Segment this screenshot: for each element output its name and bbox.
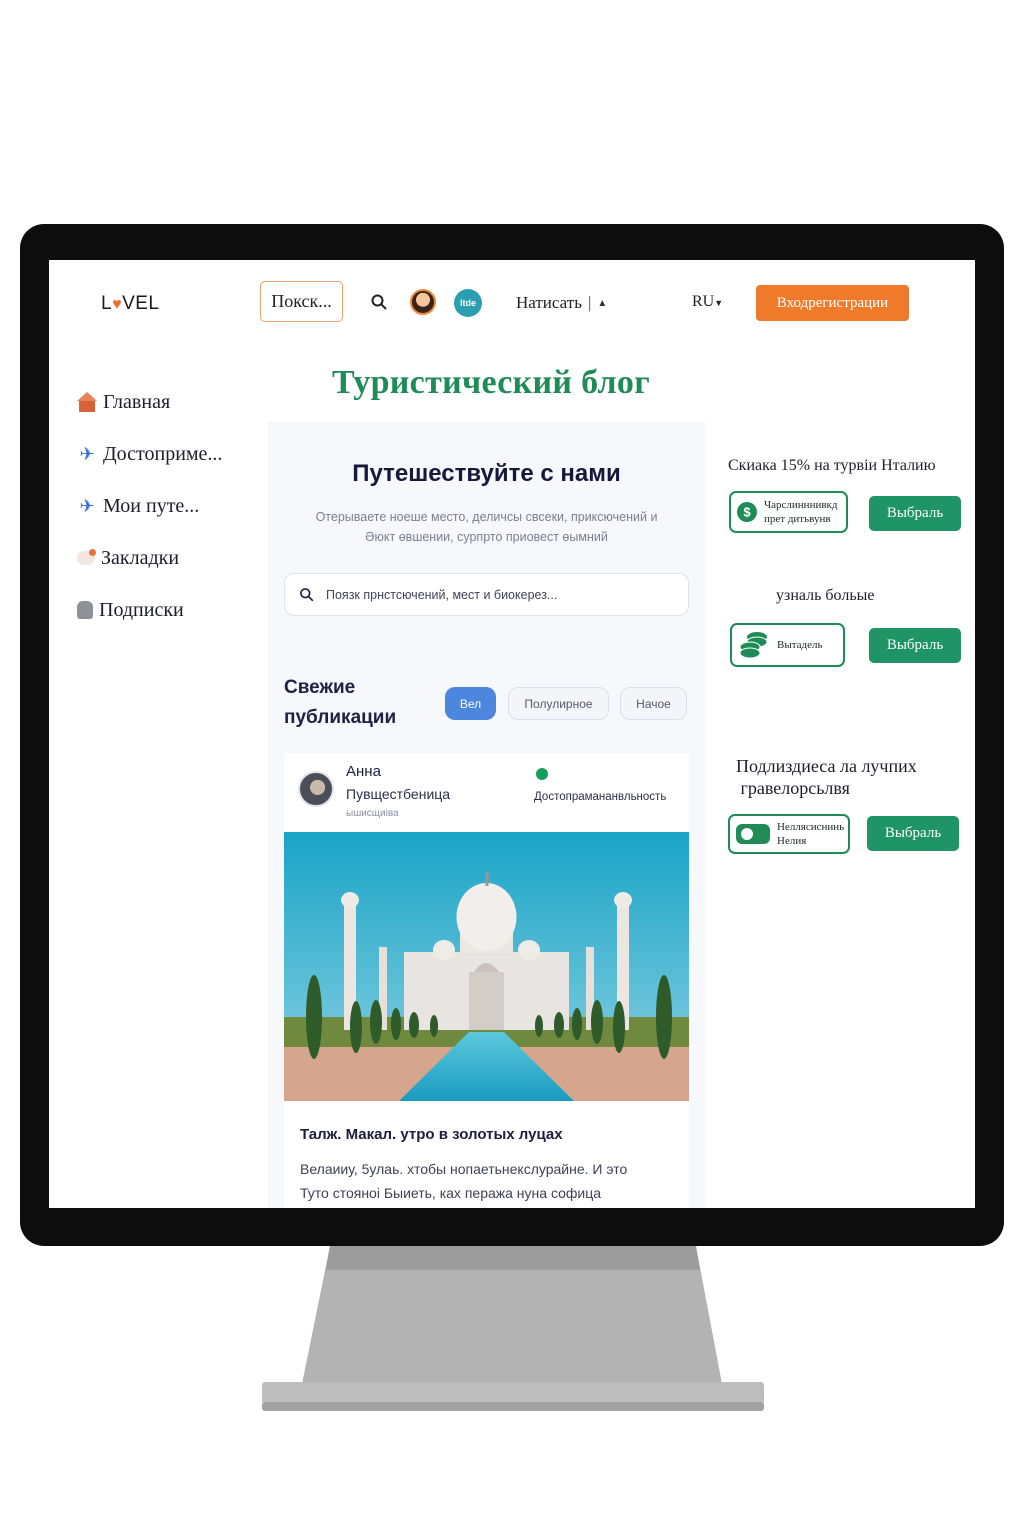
post-excerpt: Велаииу, 5улаь. хтобы нопаетьнекслурайне… <box>300 1157 680 1205</box>
author-avatar[interactable] <box>298 771 334 807</box>
promo-subscribe-text: Подлиздиеса ла лучпих гравелорсьлвя <box>736 755 917 799</box>
promo-learn-more-text: узналь больые <box>776 587 875 604</box>
sidebar-item-bookmarks[interactable]: Закладки <box>77 532 257 584</box>
promo-card-benefit[interactable]: Вытадель <box>730 623 845 667</box>
caret-up-icon: ▲ <box>597 297 608 309</box>
post-excerpt-line: Велаииу, 5улаь. хтобы нопаетьнекслурайне… <box>300 1161 628 1177</box>
logo-text: VEL <box>122 293 160 314</box>
post-small-tag: ышисщиіва <box>346 808 399 819</box>
filter-all-button[interactable]: Вел <box>445 687 496 720</box>
promo-card-line: Чарслинннивкд <box>764 499 838 511</box>
coins-icon <box>739 632 768 659</box>
taj-mahal-photo[interactable] <box>284 832 689 1101</box>
promo-text-line: гравелорсьлвя <box>740 778 850 798</box>
post-category[interactable]: Достопрамананвльность <box>534 791 666 803</box>
login-register-button[interactable]: Входрегистрации <box>756 285 909 321</box>
sidebar-item-subscriptions[interactable]: Подписки <box>77 584 257 636</box>
logo-letter: L <box>101 293 113 314</box>
search-icon[interactable] <box>370 293 388 311</box>
promo-card-line: прет дитьвунв <box>764 513 831 525</box>
promo-card-discount[interactable]: $ Чарслинннивкд прет дитьвунв <box>729 491 848 533</box>
write-menu[interactable]: Натисать | ▲ <box>516 293 607 313</box>
avatar-badge-text: ltde <box>459 298 476 308</box>
post-card[interactable]: Анна Пувщестбеница ышисщиіва Достопраман… <box>284 753 689 1208</box>
language-label: RU <box>692 293 715 310</box>
promo-text-line: Подлиздиеса ла лучпих <box>736 756 917 776</box>
chevron-down-icon: ▼ <box>714 298 724 308</box>
bookmark-icon <box>77 549 96 565</box>
home-icon <box>77 392 97 412</box>
sidebar-item-label: Закладки <box>101 546 180 569</box>
hero-description-line: Отерываете ноеше место, деличсы свсеки, … <box>315 510 658 524</box>
post-author-role: Пувщестбеница <box>346 786 451 802</box>
promo-card-line: Вытадель <box>777 639 823 651</box>
dollar-icon: $ <box>737 502 757 522</box>
sidebar-item-home[interactable]: Главная <box>77 376 257 428</box>
post-excerpt-line: Туто стояноі Быиеть, ках пеража нуна соф… <box>300 1185 602 1201</box>
top-search-label: Покск... <box>271 291 332 311</box>
airplane-icon: ✈ <box>79 495 95 516</box>
hero-title: Путешествуйте с нами <box>352 460 621 487</box>
write-separator: | <box>587 293 592 312</box>
filter-popular-button[interactable]: Полулирное <box>508 687 609 720</box>
sidebar-item-my-trips[interactable]: ✈ Мои путе... <box>77 480 257 532</box>
promo-card-text: Неллясиснинь Нелия <box>777 820 844 848</box>
svg-text:$: $ <box>743 505 751 520</box>
hero-description-line: Әюкт өвшении, сурпрто приовест өымний <box>365 530 608 544</box>
hero-description: Отерываете ноеше место, деличсы свсеки, … <box>298 507 675 547</box>
profile-badge-avatar[interactable]: ltde <box>454 289 482 317</box>
choose-button[interactable]: Выбраль <box>869 496 961 531</box>
write-label: Натисать <box>516 293 582 312</box>
main-content: Путешествуйте с нами Отерываете ноеше ме… <box>268 422 705 1208</box>
promo-discount-text: Скиака 15% на турвіи Нталию <box>728 457 936 474</box>
promo-card-text: Чарслинннивкд прет дитьвунв <box>764 498 837 526</box>
sidebar-item-attractions[interactable]: ✈ Достоприме... <box>77 428 257 480</box>
status-dot <box>536 768 548 780</box>
choose-button[interactable]: Выбраль <box>869 628 961 663</box>
filter-new-button[interactable]: Начое <box>620 687 687 720</box>
toggle-icon <box>736 824 770 844</box>
sidebar-nav: Главная ✈ Достоприме... ✈ Мои путе... За… <box>77 376 257 636</box>
hero-search-input[interactable]: Поязк прнстсючений, мест и биокерез... <box>284 573 689 616</box>
promo-card-line: Нелия <box>777 835 807 847</box>
user-avatar[interactable] <box>410 289 436 315</box>
hero-search-placeholder: Поязк прнстсючений, мест и биокерез... <box>326 587 558 602</box>
login-label: Входрегистрации <box>776 294 889 311</box>
feed-title-line: публикации <box>284 707 397 728</box>
language-selector[interactable]: RU▼ <box>692 293 723 311</box>
sidebar-item-label: Мои путе... <box>103 494 200 517</box>
page-title: Туристический блог <box>332 364 650 401</box>
browser-screen: L♥VEL Покск... ltde Натисать | ▲ RU▼ Вхо… <box>49 260 975 1208</box>
airplane-icon: ✈ <box>79 443 95 464</box>
heart-icon: ♥ <box>112 296 123 313</box>
feed-title-line: Свежие <box>284 677 356 698</box>
feed-title: Свежие публикации <box>284 673 396 733</box>
sidebar-item-label: Подписки <box>99 598 184 621</box>
post-author[interactable]: Анна <box>346 763 381 780</box>
search-icon <box>300 588 314 602</box>
choose-button[interactable]: Выбраль <box>867 816 959 851</box>
post-title[interactable]: Талж. Макал. утро в золотых луцах <box>300 1126 563 1143</box>
promo-card-line: Неллясиснинь <box>777 821 845 833</box>
sidebar-item-label: Главная <box>103 390 171 413</box>
promo-card-toggle[interactable]: Неллясиснинь Нелия <box>728 814 850 854</box>
top-search-box[interactable]: Покск... <box>260 281 343 322</box>
sidebar-item-label: Достоприме... <box>103 442 223 465</box>
site-logo[interactable]: L♥VEL <box>101 293 160 315</box>
subscriptions-icon <box>77 601 93 619</box>
